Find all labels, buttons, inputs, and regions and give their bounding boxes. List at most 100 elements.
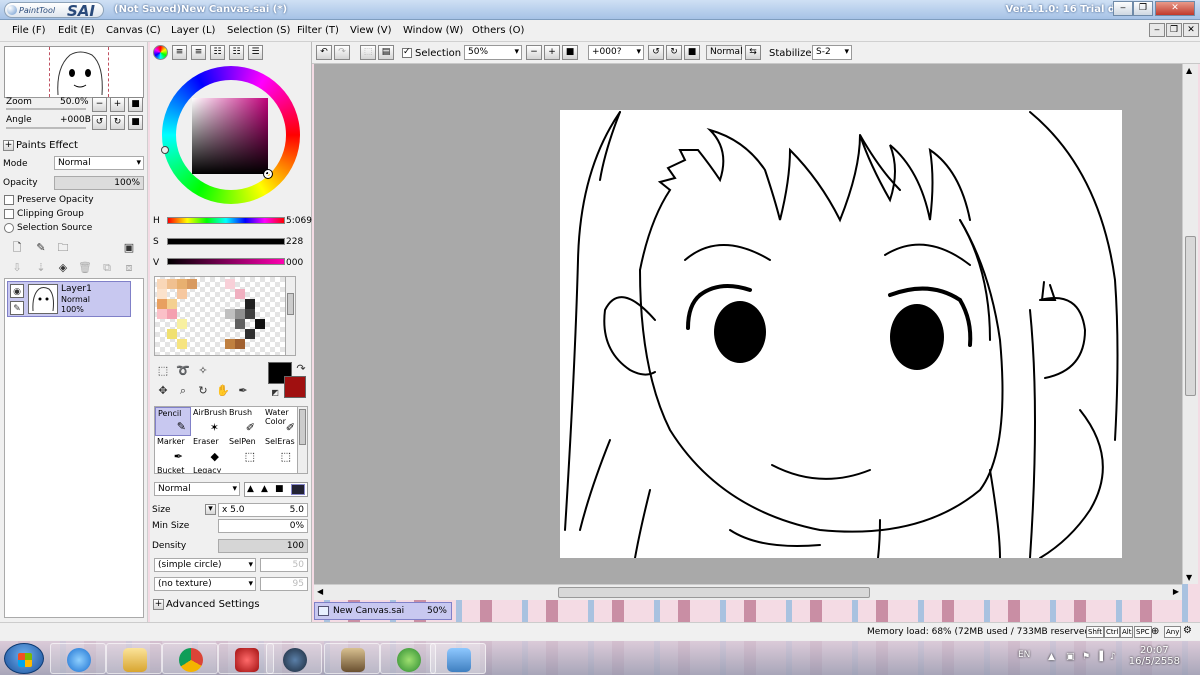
swatch[interactable] [187, 279, 197, 289]
canvas-horizontal-scrollbar[interactable]: ◀ ▶ [314, 584, 1182, 600]
density-slider[interactable]: 100 [218, 539, 308, 553]
taskbar-chrome[interactable] [162, 643, 218, 674]
sv-cursor[interactable] [263, 169, 273, 179]
taskbar-game[interactable] [324, 643, 380, 674]
move-icon[interactable]: ✥ [156, 384, 170, 398]
taskbar-painttool-sai[interactable] [430, 643, 486, 674]
brush-texture-slider[interactable]: 95 [260, 577, 308, 591]
brush-shape-select[interactable]: (simple circle) ▾ [154, 558, 256, 572]
canvas-rotate-right-button[interactable]: ↻ [666, 45, 682, 60]
zoom-in-button[interactable]: + [110, 97, 125, 112]
flag-icon[interactable]: ⚑ [1082, 652, 1090, 662]
menu-selection[interactable]: Selection (S) [227, 25, 290, 36]
reset-colors-icon[interactable]: ◩ [268, 386, 282, 400]
brush-pencil[interactable]: Pencil ✎ [155, 407, 191, 436]
brush-marker[interactable]: Marker ✒ [155, 436, 191, 465]
color-wheel-tab[interactable] [153, 45, 168, 60]
hue-cursor[interactable] [161, 146, 169, 154]
rotate-right-button[interactable]: ↻ [110, 115, 125, 130]
mdi-minimize-button[interactable]: ‒ [1149, 23, 1165, 37]
undo-button[interactable]: ↶ [316, 45, 332, 60]
show-selection-checkbox[interactable]: ✓ [402, 47, 412, 58]
hue-ring[interactable] [161, 66, 300, 204]
angle-slider[interactable] [6, 127, 86, 129]
clear-layer-icon[interactable]: ◈ [56, 261, 70, 275]
swatch[interactable] [235, 289, 245, 299]
swatches-tab[interactable]: ☷ [229, 45, 244, 60]
edge-sharp-icon[interactable] [291, 484, 305, 495]
zoom-out-button[interactable]: − [92, 97, 107, 112]
scroll-left-icon[interactable]: ◀ [317, 587, 323, 596]
mdi-restore-button[interactable]: ❐ [1166, 23, 1182, 37]
swatch[interactable] [157, 299, 167, 309]
lasso-icon[interactable]: ➰ [176, 364, 190, 378]
brush-shape-slider[interactable]: 50 [260, 558, 308, 572]
rotate-reset-button[interactable]: ■ [128, 115, 143, 130]
select-rect-icon[interactable]: ⬚ [156, 364, 170, 378]
restore-button[interactable]: ❐ [1133, 1, 1153, 16]
brush-blend-mode-select[interactable]: Normal ▾ [154, 482, 240, 496]
swatch[interactable] [177, 339, 187, 349]
brush-lock-icon[interactable]: ✎ [10, 301, 24, 315]
delete-layer-icon[interactable]: 🗑 [78, 261, 92, 275]
brush-selpen[interactable]: SelPen ⬚ [227, 436, 263, 465]
new-folder-icon[interactable]: 🗀 [56, 241, 70, 255]
swatch[interactable] [245, 309, 255, 319]
volume-icon[interactable]: ♪ [1110, 652, 1116, 662]
brush-texture-select[interactable]: (no texture) ▾ [154, 577, 256, 591]
canvas-rotate-left-button[interactable]: ↺ [648, 45, 664, 60]
taskbar-app-green[interactable] [380, 643, 436, 674]
scroll-up-icon[interactable]: ▲ [1186, 66, 1192, 75]
secondary-color-swatch[interactable] [284, 376, 306, 398]
gear-icon[interactable]: ⚙ [1183, 625, 1192, 636]
swatches-scrollbar[interactable] [285, 277, 295, 355]
advanced-settings-expand-button[interactable]: + [153, 599, 164, 610]
navigator-preview[interactable] [4, 46, 144, 98]
layer-opacity-slider[interactable]: 100% [54, 176, 144, 190]
mdi-close-button[interactable]: ✕ [1183, 23, 1199, 37]
document-tab[interactable]: New Canvas.sai 50% [314, 602, 452, 620]
menu-canvas[interactable]: Canvas (C) [106, 25, 161, 36]
menu-edit[interactable]: Edit (E) [58, 25, 95, 36]
swatch[interactable] [235, 339, 245, 349]
swatch[interactable] [177, 319, 187, 329]
canvas-zoom-in-button[interactable]: + [544, 45, 560, 60]
hsv-sliders-tab[interactable]: ≡ [191, 45, 206, 60]
brush-bucket[interactable]: Bucket [155, 465, 191, 473]
edge-soft-icon[interactable]: ▲ [247, 484, 254, 494]
brush-grid-scroll-thumb[interactable] [299, 409, 306, 445]
flatten-icon[interactable]: ⧈ [122, 261, 136, 275]
swatch[interactable] [225, 339, 235, 349]
language-indicator[interactable]: EN [1018, 650, 1030, 660]
merge-visible-icon[interactable]: ⧉ [100, 261, 114, 275]
close-button[interactable]: ✕ [1155, 1, 1195, 16]
swatches-scroll-thumb[interactable] [287, 293, 294, 315]
zoom-slider[interactable] [6, 108, 86, 110]
network-icon[interactable]: ▐ [1096, 652, 1103, 662]
redo-button[interactable]: ↷ [334, 45, 350, 60]
zoom-tool-icon[interactable]: ⌕ [176, 384, 190, 398]
canvas-zoom-out-button[interactable]: − [526, 45, 542, 60]
selection-source-radio[interactable] [4, 223, 14, 233]
clipping-group-checkbox[interactable] [4, 209, 14, 219]
min-size-slider[interactable]: 0% [218, 519, 308, 533]
canvas-viewport[interactable] [314, 64, 1182, 584]
hand-icon[interactable]: ✋ [216, 384, 230, 398]
brush-brush[interactable]: Brush ✐ [227, 407, 263, 436]
tray-expand-icon[interactable]: ▲ [1048, 652, 1055, 662]
swatch[interactable] [225, 309, 235, 319]
menu-window[interactable]: Window (W) [403, 25, 463, 36]
magic-wand-icon[interactable]: ✧ [196, 364, 210, 378]
merge-down-icon[interactable]: ⇣ [34, 261, 48, 275]
layer-mode-select[interactable]: Normal ▾ [54, 156, 144, 170]
swatch[interactable] [167, 329, 177, 339]
stabilizer-select[interactable]: S-2 ▾ [812, 45, 852, 60]
flip-horizontal-button[interactable]: ⇆ [745, 45, 761, 60]
eyedropper-icon[interactable]: ✒ [236, 384, 250, 398]
taskbar-ie[interactable] [50, 643, 106, 674]
brush-eraser[interactable]: Eraser ◆ [191, 436, 227, 465]
swatch[interactable] [177, 279, 187, 289]
canvas-vertical-scrollbar[interactable]: ▲ ▼ [1182, 64, 1198, 584]
swatch[interactable] [167, 299, 177, 309]
canvas-paper[interactable] [560, 110, 1122, 558]
